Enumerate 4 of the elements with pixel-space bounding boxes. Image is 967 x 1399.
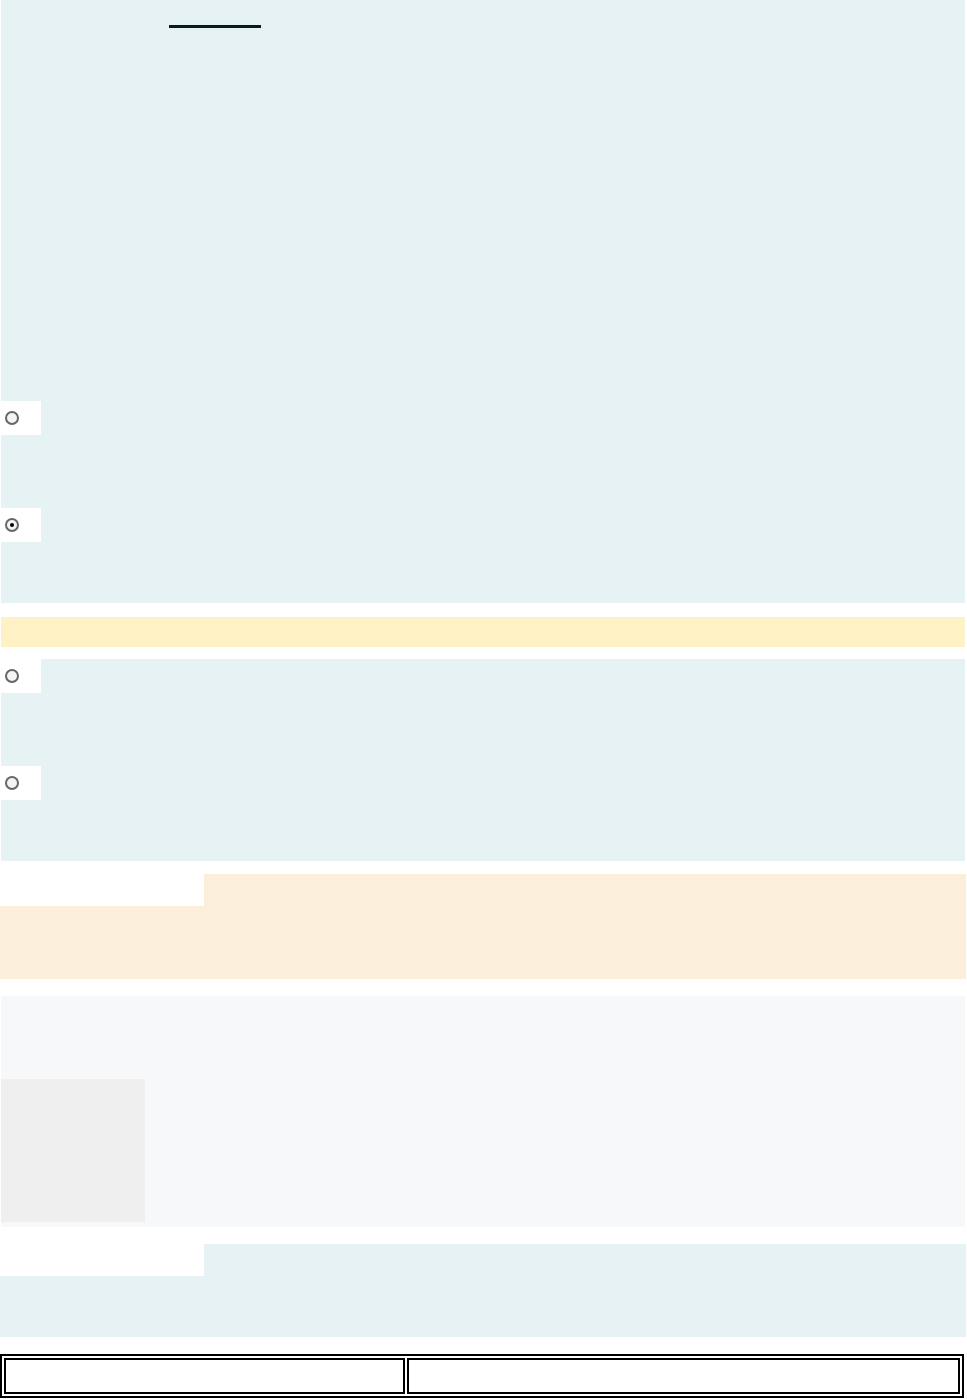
radio-button[interactable] [5, 669, 19, 683]
radio-button[interactable] [5, 776, 19, 790]
radio-button[interactable] [5, 518, 19, 532]
radio-button[interactable] [5, 411, 19, 425]
